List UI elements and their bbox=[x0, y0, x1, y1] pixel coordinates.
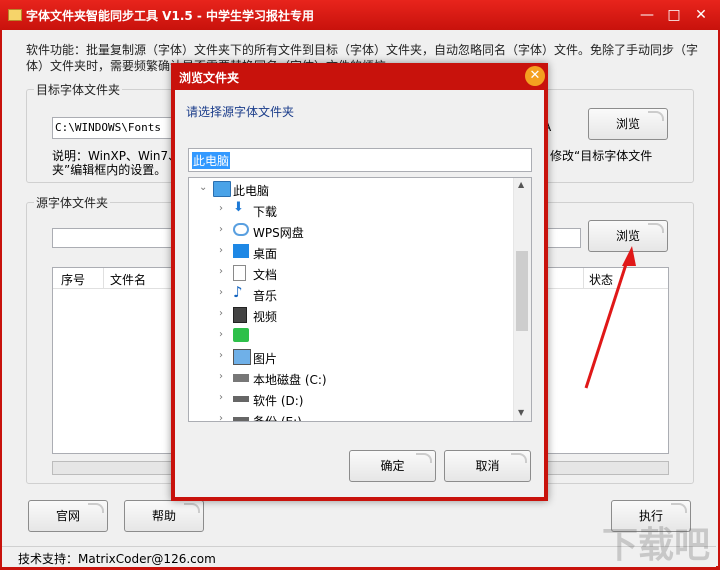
music-icon: ♪ bbox=[233, 283, 243, 301]
folder-icon bbox=[8, 9, 22, 21]
chevron-right-icon[interactable]: › bbox=[219, 287, 229, 298]
source-path-field[interactable] bbox=[52, 228, 174, 248]
target-note-line2: 夹”编辑框内的设置。 bbox=[52, 163, 167, 177]
column-filename: 文件名 bbox=[110, 273, 147, 287]
tree-item[interactable]: › 本地磁盘 (C:) bbox=[189, 367, 515, 388]
browse-folder-dialog: 浏览文件夹 ✕ 请选择源字体文件夹 此电脑 ⌄ 此电脑 › ⬇ 下载 › WPS网盘 › 桌面 ›… bbox=[171, 63, 548, 501]
dialog-ok-button[interactable]: 确定 bbox=[349, 450, 436, 482]
green-app-icon bbox=[233, 328, 249, 342]
tree-item[interactable]: › 桌面 bbox=[189, 241, 515, 262]
document-icon bbox=[233, 265, 246, 281]
watermark-logo: 下载吧 bbox=[601, 524, 710, 566]
tree-item-label: 备份 (E:) bbox=[253, 415, 302, 422]
target-browse-button[interactable]: 浏览 bbox=[588, 108, 668, 140]
dialog-prompt: 请选择源字体文件夹 bbox=[186, 105, 295, 119]
picture-icon bbox=[233, 349, 251, 365]
tree-item-label: 软件 (D:) bbox=[253, 394, 304, 408]
target-path-field[interactable]: C:\WINDOWS\Fonts bbox=[52, 117, 174, 139]
chevron-right-icon[interactable]: › bbox=[219, 392, 229, 403]
chevron-right-icon[interactable]: › bbox=[219, 266, 229, 277]
tree-item-label: 音乐 bbox=[253, 289, 278, 303]
tree-item-label: 此电脑 bbox=[233, 184, 270, 198]
dialog-title: 浏览文件夹 bbox=[179, 71, 240, 85]
desktop-icon bbox=[233, 244, 249, 258]
tree-item-label: 视频 bbox=[253, 310, 278, 324]
source-group-title: 源字体文件夹 bbox=[34, 194, 111, 211]
chevron-right-icon[interactable]: › bbox=[219, 224, 229, 235]
chevron-right-icon[interactable]: › bbox=[219, 413, 229, 421]
tree-item-label: 图片 bbox=[253, 352, 278, 366]
dialog-close-button[interactable]: ✕ bbox=[525, 66, 545, 86]
help-button[interactable]: 帮助 bbox=[124, 500, 204, 532]
chevron-right-icon[interactable]: › bbox=[219, 308, 229, 319]
drive-icon bbox=[233, 396, 249, 402]
scroll-down-icon[interactable]: ▼ bbox=[518, 408, 524, 417]
close-button[interactable]: ✕ bbox=[692, 6, 710, 24]
windows-drive-icon bbox=[233, 374, 249, 382]
video-icon bbox=[233, 307, 247, 323]
tree-item[interactable]: › WPS网盘 bbox=[189, 220, 515, 241]
target-group-title: 目标字体文件夹 bbox=[34, 81, 123, 98]
tree-item[interactable]: › 备份 (E:) bbox=[189, 409, 515, 422]
cloud-icon bbox=[233, 223, 249, 236]
tree-item[interactable]: ⌄ 此电脑 bbox=[189, 178, 515, 199]
chevron-right-icon[interactable]: › bbox=[219, 329, 229, 340]
tree-item[interactable]: › 软件 (D:) bbox=[189, 388, 515, 409]
source-browse-button[interactable]: 浏览 bbox=[588, 220, 668, 252]
website-button[interactable]: 官网 bbox=[28, 500, 108, 532]
download-icon: ⬇ bbox=[233, 200, 244, 215]
tree-item-label: 文档 bbox=[253, 268, 278, 282]
chevron-down-icon[interactable]: ⌄ bbox=[199, 182, 209, 193]
window-title: 字体文件夹智能同步工具 V1.5 - 中学生学习报社专用 bbox=[26, 9, 315, 23]
support-text: 技术支持：MatrixCoder@126.com bbox=[18, 552, 216, 566]
folder-name-field[interactable]: 此电脑 bbox=[188, 148, 532, 172]
scroll-up-icon[interactable]: ▲ bbox=[518, 180, 524, 189]
target-note-right: 修改“目标字体文件 bbox=[550, 149, 653, 163]
tree-item[interactable]: › 图片 bbox=[189, 346, 515, 367]
source-path-field-tail[interactable] bbox=[545, 228, 581, 248]
monitor-icon bbox=[213, 181, 231, 197]
chevron-right-icon[interactable]: › bbox=[219, 245, 229, 256]
dialog-cancel-button[interactable]: 取消 bbox=[444, 450, 531, 482]
column-index: 序号 bbox=[61, 273, 86, 287]
tree-item[interactable]: › bbox=[189, 325, 515, 346]
tree-item[interactable]: › ⬇ 下载 bbox=[189, 199, 515, 220]
folder-tree[interactable]: ⌄ 此电脑 › ⬇ 下载 › WPS网盘 › 桌面 › 文档 › ♪ 音乐 › 视频 › › 图片 › 本地磁盘 (C:… bbox=[188, 177, 532, 422]
tree-scrollbar[interactable]: ▲ ▼ bbox=[513, 178, 531, 421]
tree-item-label: WPS网盘 bbox=[253, 226, 304, 240]
tree-item-label: 下载 bbox=[253, 205, 278, 219]
chevron-right-icon[interactable]: › bbox=[219, 350, 229, 361]
minimize-button[interactable]: — bbox=[638, 6, 656, 24]
drive-icon bbox=[233, 417, 249, 421]
maximize-button[interactable]: □ bbox=[665, 6, 683, 24]
scroll-thumb[interactable] bbox=[516, 251, 528, 331]
tree-item[interactable]: › ♪ 音乐 bbox=[189, 283, 515, 304]
dialog-body: 请选择源字体文件夹 此电脑 ⌄ 此电脑 › ⬇ 下载 › WPS网盘 › 桌面 › 文档 › ♪ 音乐 › 视… bbox=[175, 90, 544, 497]
title-bar[interactable]: 字体文件夹智能同步工具 V1.5 - 中学生学习报社专用 — □ ✕ bbox=[0, 0, 720, 30]
column-status: 状态 bbox=[589, 273, 614, 287]
chevron-right-icon[interactable]: › bbox=[219, 203, 229, 214]
tree-item[interactable]: › 文档 bbox=[189, 262, 515, 283]
tree-item[interactable]: › 视频 bbox=[189, 304, 515, 325]
tree-item-label: 本地磁盘 (C:) bbox=[253, 373, 327, 387]
tree-item-label: 桌面 bbox=[253, 247, 278, 261]
chevron-right-icon[interactable]: › bbox=[219, 371, 229, 382]
